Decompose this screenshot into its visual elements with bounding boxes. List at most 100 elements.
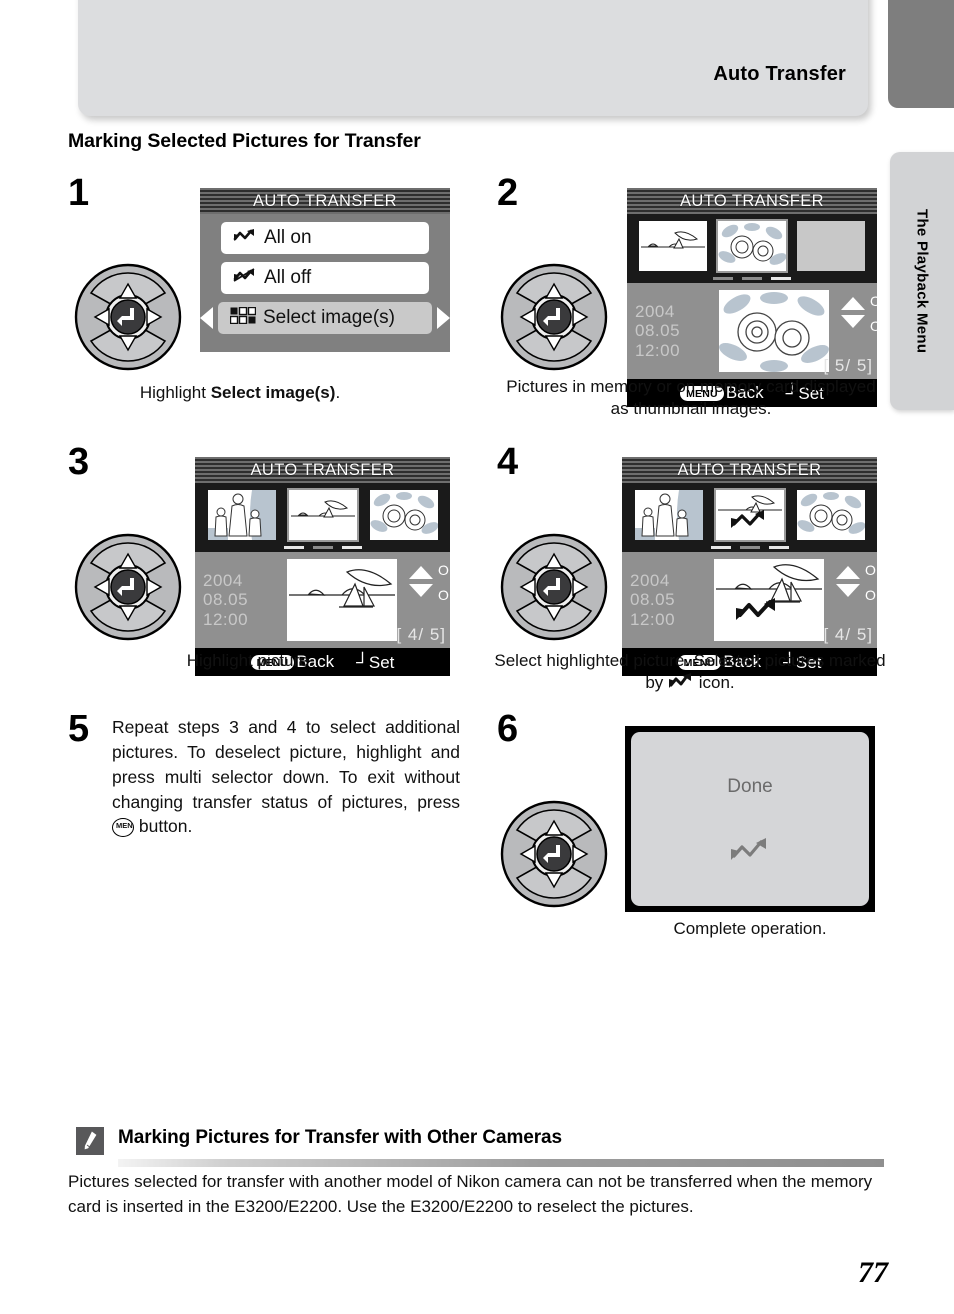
page-dot (771, 277, 791, 280)
lcd-title-bar-2: AUTO TRANSFER (627, 188, 877, 214)
capture-time-2: 12:00 (635, 340, 681, 360)
multi-selector-dial-6 (500, 800, 608, 908)
capture-year-2: 2004 (635, 302, 675, 322)
multi-selector-dial-2 (500, 263, 608, 371)
multi-selector-dial-4 (500, 533, 608, 641)
lcd-screen-step-3: AUTO TRANSFER 2004 08.05 12:00 O O [4/ … (195, 457, 450, 676)
thumbnail-strip-4 (622, 483, 877, 543)
lcd-title-bar-3: AUTO TRANSFER (195, 457, 450, 483)
thumbnail-strip-2 (627, 214, 877, 274)
menu-body-1: All on All off Select image(s) (200, 214, 450, 352)
capture-year-3: 2004 (203, 571, 243, 591)
side-tab-label: The Playback Menu (913, 208, 931, 354)
section-heading: Marking Selected Pictures for Transfer (68, 130, 421, 152)
step-number-1: 1 (68, 172, 90, 214)
capture-date-2: 08.05 (635, 321, 681, 341)
on-label-3: ON (438, 562, 450, 578)
done-label: Done (727, 776, 773, 797)
arrow-up-icon (409, 566, 433, 579)
arrow-up-icon (836, 566, 860, 579)
arrow-down-icon (836, 584, 860, 597)
thumbnail-sailboat[interactable] (638, 221, 707, 271)
page-header-tab: Auto Transfer (78, 0, 868, 116)
page-dot (283, 546, 304, 549)
step-number-2: 2 (497, 172, 519, 214)
arrow-right-icon (437, 307, 450, 329)
thumbnail-family[interactable] (207, 490, 276, 540)
lcd-screen-step-4: AUTO TRANSFER 2004 08.05 12:00 O O [4/ … (622, 457, 877, 676)
page-dot (742, 277, 762, 280)
header-dark-tab (888, 0, 954, 108)
menu-item-all-off[interactable]: All off (221, 262, 429, 294)
note-title: Marking Pictures for Transfer with Other… (118, 1127, 562, 1148)
step-5-text-after: button. (134, 816, 193, 837)
note-divider (118, 1159, 884, 1167)
thumbnail-blank[interactable] (797, 221, 866, 271)
thumbnail-roses[interactable] (715, 219, 788, 273)
thumbnail-page-dots-2 (627, 274, 877, 283)
step-6-caption: Complete operation. (673, 919, 827, 938)
lcd-title-text-2: AUTO TRANSFER (680, 191, 824, 210)
capture-date-4: 08.05 (630, 590, 676, 610)
thumbnail-page-dots-3 (195, 543, 450, 552)
off-label-2: OFF (870, 318, 877, 334)
lcd-title-bar-4: AUTO TRANSFER (622, 457, 877, 483)
pencil-icon (76, 1127, 104, 1155)
step-5-text-before: Repeat steps 3 and 4 to select additiona… (112, 717, 460, 812)
page-title: Auto Transfer (713, 63, 846, 85)
thumbnail-family[interactable] (634, 490, 703, 540)
on-label-2: ON (870, 293, 877, 309)
page-number: 77 (858, 1256, 888, 1289)
menu-button-icon: MENU (112, 818, 134, 838)
capture-time-4: 12:00 (630, 609, 676, 629)
thumbnail-page-dots-4 (622, 543, 877, 552)
page-dot (710, 546, 731, 549)
lcd-screen-step-1: AUTO TRANSFER All on All off Select imag… (200, 188, 450, 352)
step-3-caption: Highlight picture. (186, 651, 314, 670)
arrow-up-icon (841, 297, 865, 310)
transfer-off-icon (233, 267, 257, 289)
step-4-caption: Select highlighted picture. Selected pic… (490, 650, 890, 695)
lcd-screen-step-2: AUTO TRANSFER 2004 08.05 12:00 O O [5/ … (627, 188, 877, 407)
step-5-text: Repeat steps 3 and 4 to select additiona… (112, 715, 460, 839)
step-number-4: 4 (497, 441, 519, 483)
lcd-screen-step-6: Done (625, 726, 875, 912)
page-dot (312, 546, 333, 549)
arrow-left-icon (200, 307, 213, 329)
arrow-down-icon (409, 584, 433, 597)
menu-item-select-images-label: Select image(s) (263, 307, 395, 328)
off-label-4: OFF (865, 587, 877, 603)
thumbnail-sailboat[interactable] (286, 488, 359, 542)
step-number-6: 6 (497, 708, 519, 750)
thumbnail-grid-icon (229, 306, 257, 330)
page-dot (713, 277, 733, 280)
lcd-main-area-3: 2004 08.05 12:00 ON OFF [ 4/ 5] (195, 552, 450, 648)
step-1-caption-bold: Select image(s) (210, 383, 336, 402)
lcd-main-area-4: 2004 08.05 12:00 O O [4/ 5] (622, 552, 877, 648)
menu-item-all-on-label: All on (264, 227, 312, 248)
preview-image-3 (287, 559, 397, 641)
lcd-title-text-1: AUTO TRANSFER (253, 191, 397, 210)
capture-datetime-2: 2004 08.05 12:00 (627, 302, 719, 359)
multi-selector-dial-1 (74, 263, 182, 371)
done-screen-inner: Done (631, 732, 869, 906)
frame-counter-2: [ 5/ 5] (823, 356, 873, 375)
capture-datetime-3: 2004 08.05 12:00 (195, 571, 287, 628)
thumbnail-sailboat-marked[interactable] (713, 488, 786, 542)
step-number-5: 5 (68, 708, 90, 750)
thumbnail-roses[interactable] (796, 490, 865, 540)
page-dot (768, 546, 789, 549)
step-1-caption-pre: Highlight (139, 383, 211, 402)
transfer-on-icon (233, 227, 257, 249)
page-dot (739, 546, 760, 549)
step-1-caption-tail: . (335, 383, 341, 402)
menu-item-all-on[interactable]: All on (221, 222, 429, 254)
thumbnail-roses[interactable] (369, 490, 438, 540)
thumbnail-strip-3 (195, 483, 450, 543)
transfer-on-icon (631, 836, 869, 867)
capture-datetime-4: 2004 08.05 12:00 (622, 571, 714, 628)
menu-item-select-images[interactable]: Select image(s) (200, 302, 450, 334)
preview-image-4 (714, 559, 824, 641)
arrow-down-icon (841, 315, 865, 328)
step-2-caption: Pictures in memory or on memory card dis… (506, 377, 876, 418)
